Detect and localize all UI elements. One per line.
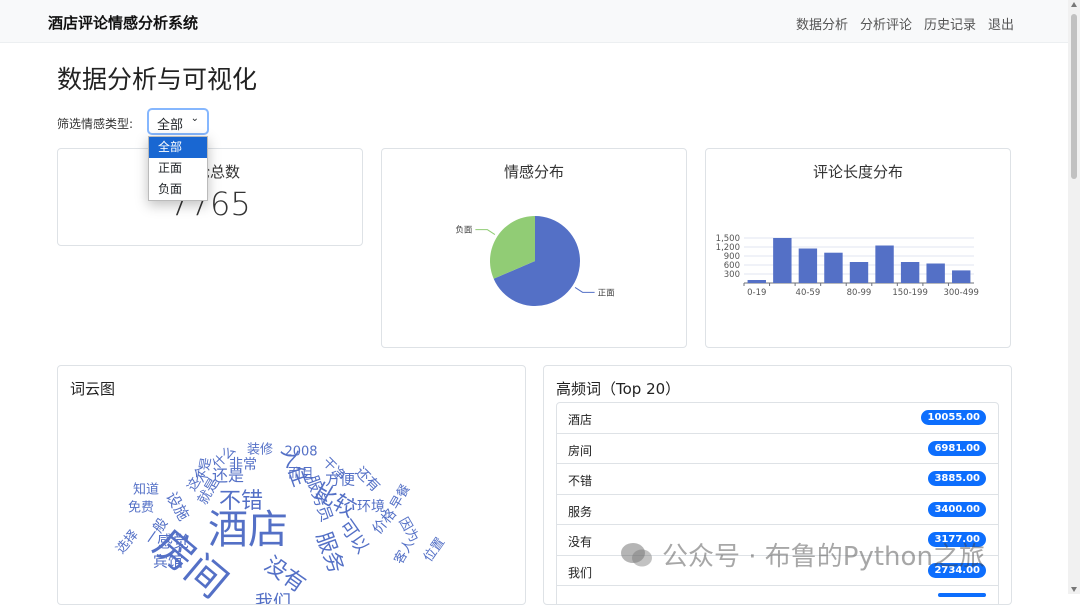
wordcloud-word: 装修 [246,442,274,458]
chevron-down-icon: ⌄ [190,113,199,124]
list-item: 房间 6981.00 [557,434,998,464]
list-item: 服务 3400.00 [557,495,998,525]
scroll-up-icon[interactable] [1071,2,1077,7]
wechat-icon [621,542,652,566]
nav-link-logout[interactable]: 退出 [988,14,1014,33]
length-bar-chart: 3006009001,2001,500 0-19 40-59 80-99 150-199… [716,234,979,298]
filter-dropdown: 全部 正面 负面 [148,136,208,201]
bar-xtick-label: 40-59 [796,288,821,298]
bar-xtick-label: 0-19 [747,288,766,298]
bar-xtick-label: 300-499 [943,288,979,298]
wordcloud-word: 不错 [218,489,264,514]
brand-title[interactable]: 酒店评论情感分析系统 [48,12,198,33]
word-label: 房间 [568,443,593,458]
wordcloud-word: 选择 [113,527,142,558]
wordcloud-word: 位置 [421,535,449,566]
sentiment-card: 情感分布 正面 负面 [381,148,687,348]
filter-label: 筛选情感类型: [57,117,134,131]
nav-link-analyze-review[interactable]: 分析评论 [860,14,912,33]
nav-links: 数据分析 分析评论 历史记录 退出 [796,14,1014,33]
word-label: 没有 [568,535,593,549]
bar-ytick-label: 1,200 [716,243,740,253]
length-card: 评论长度分布 300 600 900 1,200 1,500 0-19 40-59 80-99… [705,148,1011,348]
top-words-list: 酒店 10055.00 房间 6981.00 不错 3885.00 服务 3400.00 没有 3… [556,402,999,604]
wordcloud-card: 词云图 酒店 房间 不错 服务 没有 我们 比较 入住 可以 感觉 还是 非常 服务员 方便 宾馆 设施 知道免… [57,365,526,605]
option-negative[interactable]: 负面 [149,179,207,200]
nav-link-history[interactable]: 历史记录 [924,14,976,33]
count-badge: 3885.00 [928,471,986,486]
pie-label-line-1 [475,229,496,236]
word-label: 不错 [568,474,593,488]
wordcloud-word: 我们 [255,592,291,605]
sentiment-filter-select[interactable]: 全部 ⌄ [147,108,209,135]
wordcloud-word: 知道 [132,482,160,498]
bar-7[interactable] [926,263,945,284]
wordcloud-word: 2008 [284,444,318,460]
bar-6[interactable] [900,262,920,283]
bar-ytick-label: 300 [724,270,740,280]
total-reviews-card: 评论总数 7765 [57,148,363,246]
wordcloud-word: 而且 [287,466,315,482]
bar-4[interactable] [849,262,869,283]
bar-ytick-label: 600 [724,261,740,271]
pie-label-0: 正面 [598,288,616,298]
bar-3[interactable] [824,252,843,283]
pie-label-line-0 [574,286,595,293]
bar-5[interactable] [875,245,894,284]
vertical-scrollbar[interactable] [1068,0,1080,594]
wordcloud-word: 宾馆 [152,552,184,571]
bar-2[interactable] [798,248,818,284]
pie-label-1: 负面 [455,225,473,236]
list-item: 不错 3885.00 [557,464,998,495]
top-words-title: 高频词（Top 20） [556,380,681,398]
bar-ytick-label: 1,500 [716,234,740,244]
word-label: 酒店 [568,413,593,427]
navbar: 酒店评论情感分析系统 数据分析 分析评论 历史记录 退出 [0,0,1068,43]
bar-xtick-label: 80-99 [847,288,872,298]
count-badge: 10055.00 [921,410,986,425]
word-label: 我们 [568,565,593,580]
option-all[interactable]: 全部 [149,137,207,158]
watermark-text: 公众号 · 布鲁的Python之旅 [662,542,985,572]
list-item: 酒店 10055.00 [557,403,998,434]
wordcloud: 酒店 房间 不错 服务 没有 我们 比较 入住 可以 感觉 还是 非常 服务员 方便 宾馆 设施 知道 免费 一般选… [58,366,525,605]
watermark: 公众号 · 布鲁的Python之旅 [620,536,985,573]
wordcloud-word: 设施 [162,488,193,524]
list-item [557,586,998,604]
bar-1[interactable] [773,238,792,283]
total-reviews-value: 7765 [169,185,251,223]
option-positive[interactable]: 正面 [149,158,207,179]
bar-0[interactable] [747,280,766,283]
total-reviews-title: 评论总数 [179,163,240,181]
bar-8[interactable] [952,270,971,283]
count-badge: 3400.00 [928,501,986,517]
select-value: 全部 [157,118,184,133]
bar-xtick-label: 150-199 [892,288,928,298]
wordcloud-word: 免费 [127,500,155,516]
sentiment-pie-chart: 正面 负面 [455,216,616,306]
wordcloud-word: 还有 [351,464,383,496]
nav-link-data-analysis[interactable]: 数据分析 [796,14,848,33]
scroll-down-icon[interactable] [1071,587,1077,592]
page-title: 数据分析与可视化 [57,65,258,94]
scroll-thumb[interactable] [1071,14,1077,179]
bar-ytick-label: 900 [724,252,740,262]
count-badge: 6981.00 [928,440,986,456]
word-label: 服务 [568,504,593,519]
